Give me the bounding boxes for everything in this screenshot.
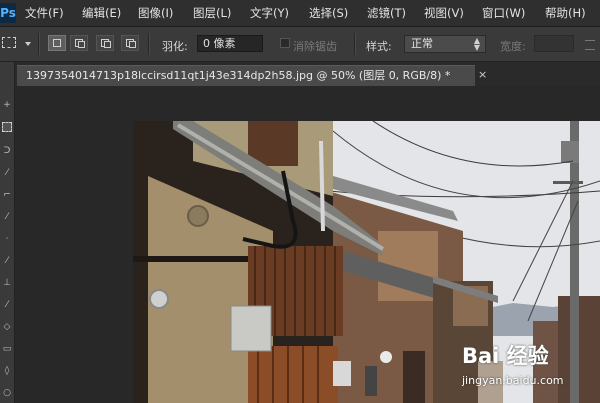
brush-tool-icon[interactable]: ⁄ [2, 256, 12, 266]
healing-brush-tool-icon[interactable]: · [2, 234, 12, 244]
divider [38, 33, 40, 55]
add-to-selection-button[interactable] [70, 35, 88, 51]
eraser-tool-icon[interactable]: ◇ [2, 322, 12, 332]
lasso-tool-icon[interactable]: ᑐ [2, 146, 12, 156]
divider [148, 33, 150, 55]
width-input[interactable] [534, 35, 574, 52]
options-bar: 羽化: 0 像素 消除锯齿 样式: 正常 ▲ ▼ 宽度: [0, 27, 600, 62]
paw-icon [502, 340, 522, 362]
menu-image[interactable]: 图像(I) [138, 5, 173, 21]
dodge-tool-icon[interactable]: ○ [2, 388, 12, 398]
style-label: 样式: [366, 40, 392, 53]
tools-panel: + ᑐ ⁄ ⌐ ⁄ · ⁄ ⊥ ⁄ ◇ ▭ ◊ ○ [0, 62, 15, 403]
menu-bar: Ps 文件(F) 编辑(E) 图像(I) 图层(L) 文字(Y) 选择(S) 滤… [0, 0, 600, 27]
close-icon[interactable]: × [478, 68, 487, 81]
baidu-jingyan-watermark: Bai 经验 jingyan.baidu.com [462, 338, 600, 403]
menu-window[interactable]: 窗口(W) [482, 5, 525, 21]
eyedropper-tool-icon[interactable]: ⁄ [2, 212, 12, 222]
menu-file[interactable]: 文件(F) [25, 5, 64, 21]
updown-arrows-icon: ▲ ▼ [473, 36, 480, 52]
menu-view[interactable]: 视图(V) [424, 5, 464, 21]
menu-select[interactable]: 选择(S) [309, 5, 348, 21]
quick-selection-tool-icon[interactable]: ⁄ [2, 168, 12, 178]
divider [354, 33, 356, 55]
chevron-down-icon[interactable] [25, 42, 31, 46]
watermark-url: jingyan.baidu.com [462, 374, 564, 387]
rectangular-marquee-tool-icon[interactable] [2, 122, 12, 132]
menu-filter[interactable]: 滤镜(T) [367, 5, 406, 21]
intersect-selection-button[interactable] [121, 35, 139, 51]
width-label: 宽度: [500, 40, 526, 53]
menu-help[interactable]: 帮助(H) [545, 5, 586, 21]
style-select[interactable]: 正常 ▲ ▼ [404, 35, 486, 53]
blur-tool-icon[interactable]: ◊ [2, 366, 12, 376]
document-tab[interactable]: 1397354014713p18lccirsd11qt1j43e314dp2h5… [17, 65, 475, 86]
marquee-tool-preset-icon[interactable] [2, 37, 16, 48]
clone-stamp-tool-icon[interactable]: ⊥ [2, 278, 12, 288]
antialias-label: 消除锯齿 [293, 40, 337, 53]
menu-edit[interactable]: 编辑(E) [82, 5, 121, 21]
antialias-checkbox[interactable] [280, 38, 290, 48]
move-tool-icon[interactable]: + [2, 100, 12, 110]
intersect-selection-icon-overlap [129, 41, 136, 48]
feather-input[interactable]: 0 像素 [197, 35, 263, 52]
feather-label: 羽化: [162, 40, 188, 53]
new-selection-icon [53, 39, 61, 47]
menu-layer[interactable]: 图层(L) [193, 5, 231, 21]
subtract-selection-icon-overlap [104, 41, 111, 48]
menu-type[interactable]: 文字(Y) [250, 5, 289, 21]
document-tab-bar: 1397354014713p18lccirsd11qt1j43e314dp2h5… [15, 62, 600, 86]
photoshop-logo: Ps [0, 3, 16, 23]
new-selection-button[interactable] [48, 35, 66, 51]
crop-tool-icon[interactable]: ⌐ [2, 190, 12, 200]
add-selection-icon-overlap [78, 41, 85, 48]
gradient-tool-icon[interactable]: ▭ [2, 344, 12, 354]
subtract-from-selection-button[interactable] [96, 35, 114, 51]
swap-width-height-icon[interactable] [585, 40, 595, 50]
style-select-value: 正常 [411, 37, 433, 50]
history-brush-tool-icon[interactable]: ⁄ [2, 300, 12, 310]
